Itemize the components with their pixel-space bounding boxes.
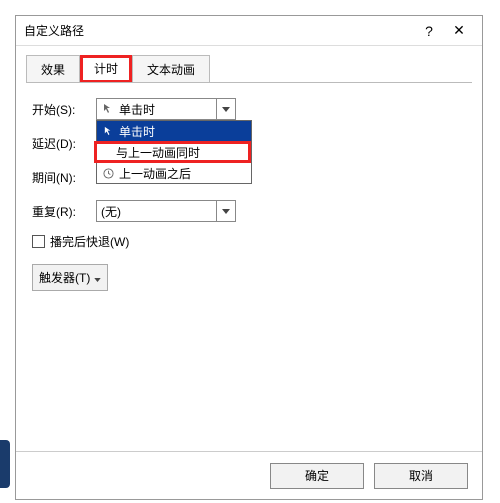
mouse-icon <box>101 102 115 116</box>
dropdown-option-afterprev[interactable]: 上一动画之后 <box>97 163 251 183</box>
repeat-label: 重复(R): <box>32 203 96 220</box>
start-row: 开始(S): 单击时 单击时 <box>32 97 466 121</box>
repeat-combo-text: (无) <box>101 203 216 220</box>
tab-strip: 效果 计时 文本动画 <box>16 46 482 82</box>
chevron-down-icon <box>216 99 234 119</box>
tab-text-animation[interactable]: 文本动画 <box>132 55 210 83</box>
clock-icon <box>101 168 115 179</box>
help-button[interactable]: ? <box>414 19 444 43</box>
dropdown-option-label: 单击时 <box>119 123 155 140</box>
trigger-label: 触发器(T) <box>39 269 90 286</box>
cancel-button[interactable]: 取消 <box>374 463 468 489</box>
repeat-row: 重复(R): (无) <box>32 199 466 223</box>
rewind-checkbox[interactable] <box>32 235 45 248</box>
trigger-button[interactable]: 触发器(T) <box>32 264 108 291</box>
start-label: 开始(S): <box>32 101 96 118</box>
chevron-down-icon <box>94 271 101 285</box>
rewind-row: 播完后快退(W) <box>32 233 466 250</box>
dropdown-option-onclick[interactable]: 单击时 <box>97 121 251 141</box>
start-combo-text: 单击时 <box>119 101 216 118</box>
titlebar: 自定义路径 ? ✕ <box>16 16 482 46</box>
dropdown-option-withprev[interactable]: 与上一动画同时 <box>94 141 251 163</box>
start-combo[interactable]: 单击时 单击时 与上一动画同时 <box>96 98 236 120</box>
external-edge <box>0 440 10 488</box>
mouse-icon <box>101 126 115 137</box>
custom-path-dialog: 自定义路径 ? ✕ 效果 计时 文本动画 开始(S): 单击时 <box>15 15 483 500</box>
tab-timing[interactable]: 计时 <box>80 55 132 83</box>
duration-label: 期间(N): <box>32 169 96 186</box>
timing-panel: 开始(S): 单击时 单击时 <box>26 82 472 451</box>
rewind-label: 播完后快退(W) <box>50 233 129 250</box>
chevron-down-icon <box>216 201 234 221</box>
close-button[interactable]: ✕ <box>444 19 474 43</box>
dropdown-option-label: 上一动画之后 <box>119 165 191 182</box>
ok-button[interactable]: 确定 <box>270 463 364 489</box>
dialog-footer: 确定 取消 <box>16 451 482 499</box>
dialog-title: 自定义路径 <box>24 22 414 39</box>
delay-label: 延迟(D): <box>32 135 96 152</box>
dropdown-option-label: 与上一动画同时 <box>116 144 200 161</box>
start-dropdown: 单击时 与上一动画同时 上一动画之后 <box>96 120 252 184</box>
repeat-combo[interactable]: (无) <box>96 200 236 222</box>
tab-effect[interactable]: 效果 <box>26 55 80 83</box>
